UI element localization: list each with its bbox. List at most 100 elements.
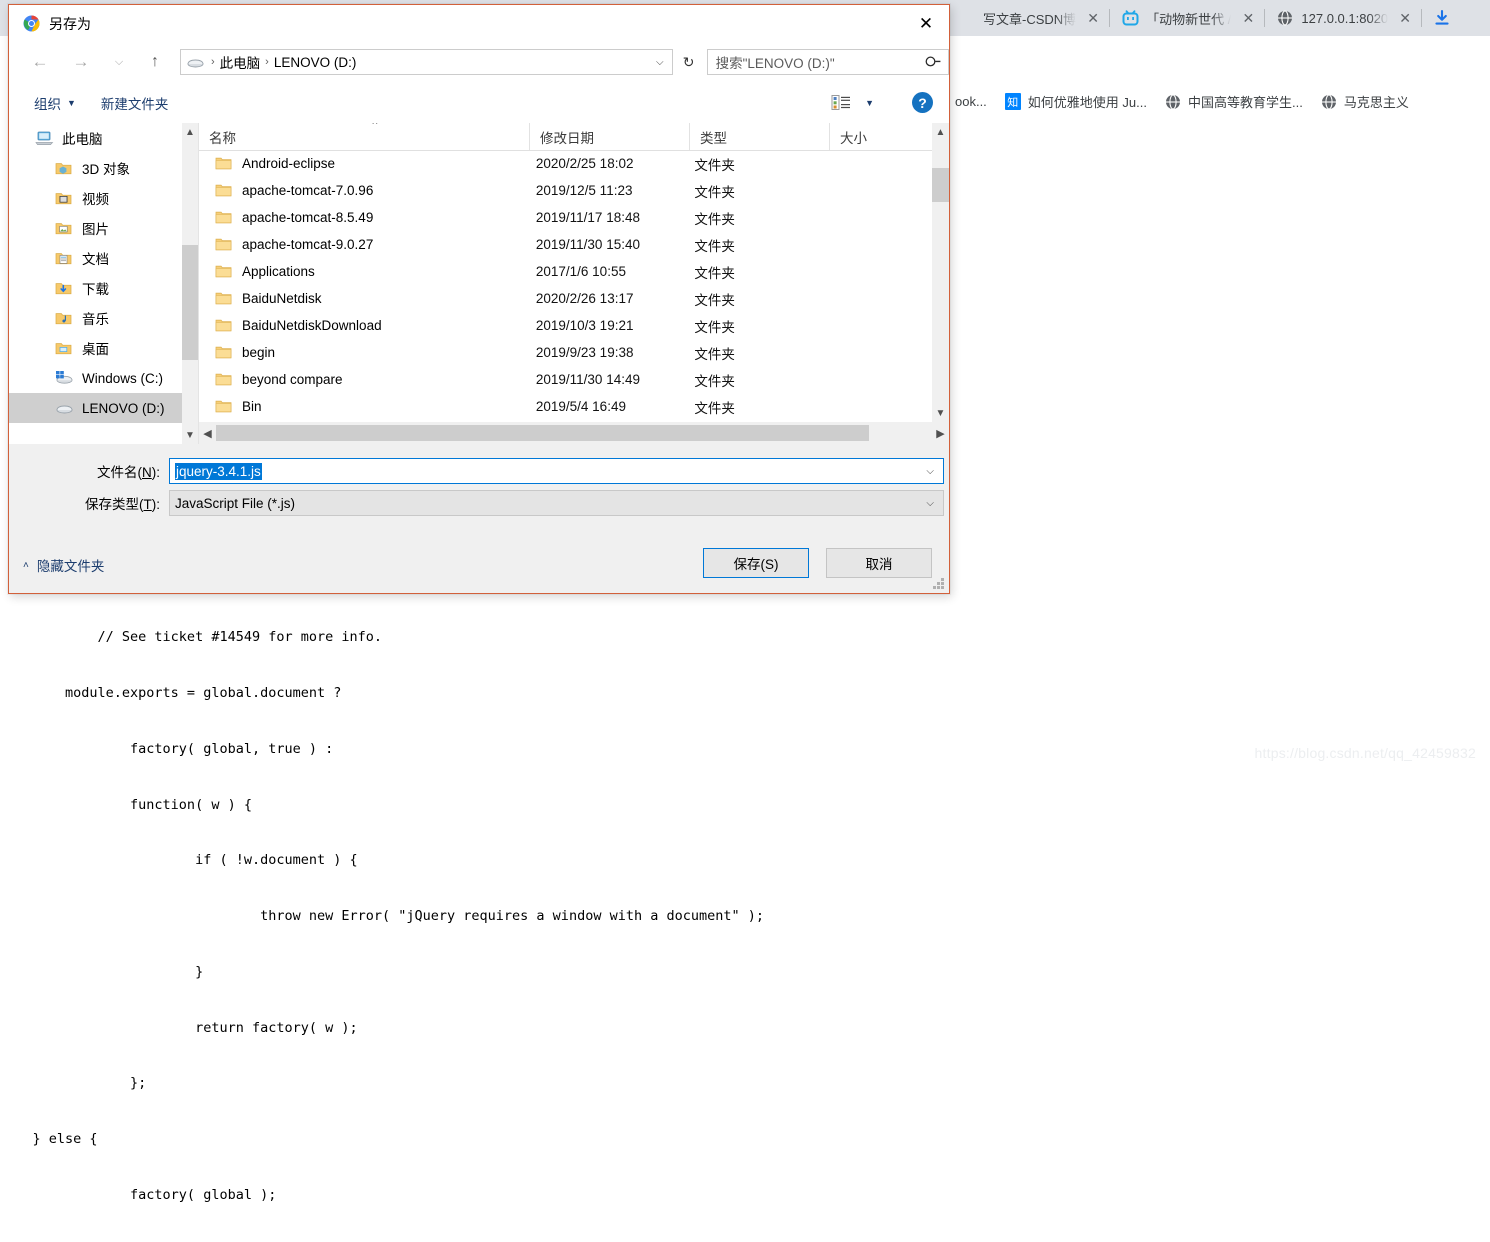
nav-item-lenovo-d[interactable]: LENOVO (D:): [9, 393, 198, 423]
list-view-icon[interactable]: [831, 94, 851, 111]
table-row[interactable]: apache-tomcat-9.0.272019/11/30 15:40文件夹: [199, 231, 932, 258]
filetype-select[interactable]: JavaScript File (*.js) ⌵: [169, 490, 944, 516]
navigation-pane-scrollbar[interactable]: ▲ ▼: [182, 123, 198, 444]
scrollbar-thumb[interactable]: [182, 245, 198, 360]
scroll-up-icon[interactable]: ▲: [182, 123, 198, 141]
column-header-size[interactable]: 大小: [829, 123, 939, 150]
tab-divider: [1264, 9, 1265, 27]
file-list-horizontal-scrollbar[interactable]: ◀ ▶: [199, 422, 949, 444]
recent-locations-icon[interactable]: ⌵: [106, 49, 132, 75]
new-folder-button[interactable]: 新建文件夹: [101, 93, 169, 113]
nav-item-label: LENOVO (D:): [82, 401, 165, 416]
forward-icon[interactable]: →: [68, 49, 94, 75]
table-row[interactable]: Android-eclipse2020/2/25 18:02文件夹: [199, 150, 932, 177]
resize-grip[interactable]: [933, 578, 944, 589]
bookmark-item[interactable]: 中国高等教育学生...: [1156, 80, 1312, 123]
tab-close-icon[interactable]: ✕: [1082, 7, 1104, 29]
scrollbar-thumb[interactable]: [216, 425, 869, 441]
organize-button[interactable]: 组织 ▼: [34, 93, 76, 113]
table-row[interactable]: apache-tomcat-7.0.962019/12/5 11:23文件夹: [199, 177, 932, 204]
help-icon[interactable]: ?: [912, 92, 933, 113]
filename-value[interactable]: jquery-3.4.1.js: [175, 463, 262, 480]
browser-tab-3[interactable]: 127.0.0.1:8020 ✕: [1268, 0, 1418, 36]
column-header-type[interactable]: 类型: [689, 123, 829, 150]
search-input[interactable]: 搜索"LENOVO (D:)": [716, 52, 835, 72]
table-row[interactable]: Bin2019/5/4 16:49文件夹: [199, 393, 932, 420]
file-type-cell: 文件夹: [684, 370, 823, 390]
save-button[interactable]: 保存(S): [703, 548, 809, 578]
globe-icon: [1165, 94, 1181, 110]
dialog-title: 另存为: [49, 14, 91, 34]
browser-tab-2[interactable]: 「动物新世代 / ✕: [1113, 0, 1261, 36]
nav-item-downloads[interactable]: 下载: [9, 273, 198, 303]
nav-item-this-pc[interactable]: 此电脑: [9, 123, 198, 153]
file-name-cell[interactable]: Android-eclipse: [199, 156, 526, 171]
nav-item-windows-c[interactable]: Windows (C:): [9, 363, 198, 393]
tab-close-icon[interactable]: ✕: [1237, 7, 1259, 29]
breadcrumb-item-drive[interactable]: LENOVO (D:): [274, 55, 357, 70]
filetype-value: JavaScript File (*.js): [175, 496, 295, 511]
file-date-cell: 2017/1/6 10:55: [526, 264, 685, 279]
file-name-cell[interactable]: Bin: [199, 399, 526, 414]
nav-item-music[interactable]: 音乐: [9, 303, 198, 333]
nav-item-videos[interactable]: 视频: [9, 183, 198, 213]
file-name-cell[interactable]: begin: [199, 345, 526, 360]
nav-item-pictures[interactable]: 图片: [9, 213, 198, 243]
file-type-cell: 文件夹: [684, 235, 823, 255]
file-name-cell[interactable]: BaiduNetdiskDownload: [199, 318, 526, 333]
file-name-cell[interactable]: Applications: [199, 264, 526, 279]
tab-close-icon[interactable]: ✕: [1394, 7, 1416, 29]
scroll-right-icon[interactable]: ▶: [932, 422, 949, 444]
search-box[interactable]: 搜索"LENOVO (D:)": [707, 49, 949, 75]
table-row[interactable]: Applications2017/1/6 10:55文件夹: [199, 258, 932, 285]
column-header-date[interactable]: 修改日期: [529, 123, 689, 150]
file-list-vertical-scrollbar[interactable]: ▲ ▼: [932, 123, 949, 422]
up-icon[interactable]: ↑: [142, 49, 168, 75]
table-row[interactable]: apache-tomcat-8.5.492019/11/17 18:48文件夹: [199, 204, 932, 231]
filename-input[interactable]: jquery-3.4.1.js ⌵: [169, 458, 944, 484]
scroll-down-icon[interactable]: ▼: [932, 404, 949, 422]
file-type-cell: 文件夹: [684, 181, 823, 201]
chevron-down-icon[interactable]: ▼: [865, 98, 874, 108]
table-row[interactable]: begin2019/9/23 19:38文件夹: [199, 339, 932, 366]
nav-item-documents[interactable]: 文档: [9, 243, 198, 273]
address-bar[interactable]: › 此电脑 › LENOVO (D:) ⌵: [180, 49, 673, 75]
bookmark-item[interactable]: 马克思主义: [1312, 80, 1418, 123]
scroll-left-icon[interactable]: ◀: [199, 422, 216, 444]
chevron-down-icon[interactable]: ⌵: [926, 466, 934, 477]
file-name-cell[interactable]: BaiduNetdisk: [199, 291, 526, 306]
file-name-cell[interactable]: apache-tomcat-7.0.96: [199, 183, 526, 198]
nav-item-desktop[interactable]: 桌面: [9, 333, 198, 363]
table-row[interactable]: BaiduNetdisk2020/2/26 13:17文件夹: [199, 285, 932, 312]
cancel-button[interactable]: 取消: [826, 548, 932, 578]
search-icon[interactable]: [922, 51, 944, 73]
file-name-cell[interactable]: apache-tomcat-9.0.27: [199, 237, 526, 252]
browser-tabs: 写文章-CSDN博 ✕ 「动物新世代 / ✕: [950, 0, 1459, 36]
hide-folders-toggle[interactable]: ˄ 隐藏文件夹: [23, 555, 104, 575]
column-header-name[interactable]: 名称 ˄: [199, 123, 529, 150]
browser-tab-1[interactable]: 写文章-CSDN博 ✕: [950, 0, 1106, 36]
refresh-icon[interactable]: ↻: [676, 49, 702, 75]
scroll-down-icon[interactable]: ▼: [182, 426, 198, 444]
download-icon[interactable]: [1425, 0, 1459, 36]
table-row[interactable]: BaiduNetdiskDownload2019/10/3 19:21文件夹: [199, 312, 932, 339]
filename-label: 文件名(N):: [9, 461, 169, 481]
scroll-up-icon[interactable]: ▲: [932, 123, 949, 141]
chevron-down-icon[interactable]: ⌵: [926, 498, 934, 509]
filetype-row: 保存类型(T): JavaScript File (*.js) ⌵: [9, 490, 949, 516]
close-icon[interactable]: ✕: [903, 5, 949, 42]
back-icon[interactable]: ←: [27, 49, 53, 75]
file-name-cell[interactable]: apache-tomcat-8.5.49: [199, 210, 526, 225]
scrollbar-thumb[interactable]: [932, 168, 949, 202]
folder-icon: [215, 156, 232, 171]
filename-row: 文件名(N): jquery-3.4.1.js ⌵: [9, 458, 949, 484]
chevron-down-icon[interactable]: ⌵: [656, 57, 664, 68]
file-name-cell[interactable]: beyond compare: [199, 372, 526, 387]
bookmark-item[interactable]: ook...: [946, 80, 996, 123]
filename-label-accesskey: N: [142, 465, 152, 480]
breadcrumb-item-computer[interactable]: 此电脑: [220, 52, 261, 72]
bookmark-item[interactable]: 知 如何优雅地使用 Ju...: [996, 80, 1156, 123]
table-row[interactable]: beyond compare2019/11/30 14:49文件夹: [199, 366, 932, 393]
file-date-cell: 2020/2/25 18:02: [526, 156, 685, 171]
nav-item-3d-objects[interactable]: 3D 对象: [9, 153, 198, 183]
